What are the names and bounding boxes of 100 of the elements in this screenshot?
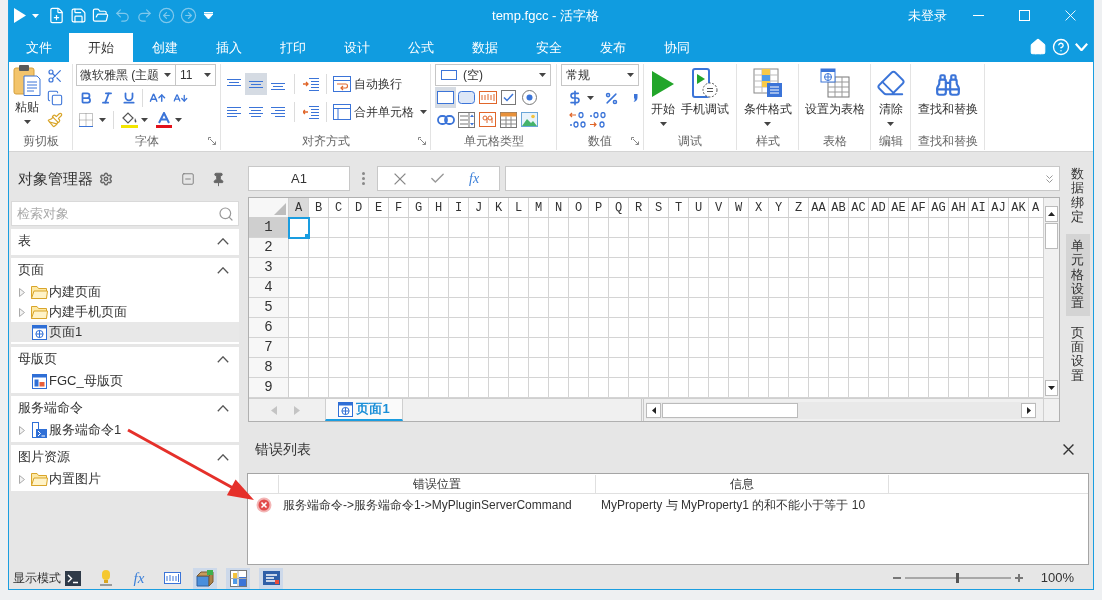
mobile-debug-button[interactable]: 手机调试	[678, 66, 732, 130]
close-icon[interactable]	[1063, 444, 1074, 455]
row-header[interactable]: 8	[249, 358, 288, 378]
side-tab[interactable]: 单元格设置	[1065, 234, 1090, 316]
number-format-dropdown[interactable]: 常规	[561, 64, 639, 86]
help-icon[interactable]	[1052, 37, 1070, 56]
tree-item[interactable]: FGC_母版页	[11, 371, 239, 391]
new-file-icon[interactable]	[48, 7, 65, 24]
increase-decimal-icon[interactable]	[569, 112, 587, 128]
tree-item[interactable]: 内建页面	[11, 282, 239, 302]
view-mode-button[interactable]	[259, 567, 283, 589]
percent-icon[interactable]	[604, 90, 619, 106]
column-header[interactable]: Q	[609, 198, 629, 217]
expand-arrow-icon[interactable]	[19, 425, 25, 435]
scrollbar-thumb[interactable]	[1045, 223, 1058, 249]
expand-arrow-icon[interactable]	[19, 307, 25, 317]
comma-style-icon[interactable]	[633, 94, 638, 102]
scroll-up-button[interactable]	[1045, 206, 1058, 222]
cell-type-button[interactable]	[456, 109, 477, 130]
column-header[interactable]: E	[369, 198, 389, 217]
scroll-right-button[interactable]	[1021, 402, 1036, 418]
cell-type-button[interactable]	[498, 109, 519, 130]
wrap-text-button[interactable]: 自动换行	[333, 75, 402, 93]
menu-tab[interactable]: 开始	[69, 33, 133, 62]
column-header[interactable]: AE	[889, 198, 909, 217]
italic-icon[interactable]	[100, 91, 114, 105]
align-middle-button[interactable]	[245, 73, 267, 95]
column-header[interactable]: T	[669, 198, 689, 217]
row-header[interactable]: 5	[249, 298, 288, 318]
caret-icon[interactable]	[587, 96, 594, 100]
section-header[interactable]: 服务端命令	[11, 396, 239, 420]
insert-function-button[interactable]: fx	[469, 171, 480, 186]
cell-type-button[interactable]	[435, 87, 456, 108]
dialog-launcher-icon[interactable]	[631, 137, 639, 145]
section-header[interactable]: 母版页	[11, 347, 239, 371]
formula-input[interactable]	[505, 166, 1060, 191]
column-header[interactable]: J	[469, 198, 489, 217]
conditional-format-button[interactable]: 条件格式	[740, 66, 795, 130]
row-header[interactable]: 3	[249, 258, 288, 278]
column-header[interactable]: AJ	[989, 198, 1009, 217]
fill-color-icon[interactable]	[121, 112, 138, 128]
expand-arrow-icon[interactable]	[19, 474, 25, 484]
clear-button[interactable]: 清除	[872, 66, 909, 130]
column-header[interactable]: Z	[789, 198, 809, 217]
column-header[interactable]: AB	[829, 198, 849, 217]
tree-item[interactable]: 页面1	[11, 322, 239, 342]
start-button[interactable]: 开始	[648, 66, 678, 130]
cancel-icon[interactable]	[394, 172, 406, 185]
play-icon[interactable]	[14, 8, 26, 23]
column-header[interactable]: AA	[809, 198, 829, 217]
column-header[interactable]: R	[629, 198, 649, 217]
column-header[interactable]: AF	[909, 198, 929, 217]
name-box[interactable]: A1	[248, 166, 350, 191]
view-mode-button[interactable]	[193, 567, 217, 589]
caret-icon[interactable]	[99, 118, 106, 122]
column-header[interactable]: P	[589, 198, 609, 217]
copy-icon[interactable]	[47, 90, 63, 106]
cell-type-dropdown[interactable]: (空)	[435, 64, 551, 86]
row-header[interactable]: 2	[249, 238, 288, 258]
home-icon[interactable]	[1029, 37, 1047, 56]
column-header[interactable]: W	[729, 198, 749, 217]
caret-icon[interactable]	[175, 118, 182, 122]
pin-icon[interactable]	[211, 171, 226, 187]
scroll-left-button[interactable]	[646, 402, 661, 418]
column-header[interactable]: AC	[849, 198, 869, 217]
dialog-launcher-icon[interactable]	[418, 137, 426, 145]
column-header[interactable]: G	[409, 198, 429, 217]
column-header[interactable]: D	[349, 198, 369, 217]
tree-item[interactable]: 内置图片	[11, 469, 239, 489]
column-header[interactable]: K	[489, 198, 509, 217]
search-icon[interactable]	[218, 205, 234, 222]
column-header[interactable]: A	[289, 198, 309, 217]
column-header[interactable]: O	[569, 198, 589, 217]
expand-arrow-icon[interactable]	[19, 287, 25, 297]
cell-cursor[interactable]	[288, 217, 310, 239]
row-header[interactable]: 4	[249, 278, 288, 298]
save-icon[interactable]	[70, 7, 87, 24]
column-header[interactable]: AG	[929, 198, 949, 217]
column-header[interactable]: S	[649, 198, 669, 217]
section-header[interactable]: 页面	[11, 258, 239, 282]
dialog-launcher-icon[interactable]	[208, 137, 216, 145]
column-header[interactable]: U	[689, 198, 709, 217]
indent-increase-icon[interactable]	[303, 77, 319, 91]
section-header[interactable]: 表	[11, 229, 239, 253]
caret-icon[interactable]	[141, 118, 148, 122]
column-header[interactable]: L	[509, 198, 529, 217]
column-header[interactable]: Y	[769, 198, 789, 217]
column-header[interactable]: A	[1029, 198, 1043, 217]
row-header[interactable]: 1	[249, 218, 288, 238]
row-header[interactable]: 9	[249, 378, 288, 398]
column-header[interactable]: B	[309, 198, 329, 217]
merge-cells-button[interactable]: 合并单元格	[333, 103, 427, 121]
indent-decrease-icon[interactable]	[303, 105, 319, 119]
expand-icon[interactable]	[1046, 174, 1053, 183]
column-header[interactable]: AK	[1009, 198, 1029, 217]
row-header[interactable]: 7	[249, 338, 288, 358]
column-header[interactable]: V	[709, 198, 729, 217]
underline-icon[interactable]	[122, 91, 136, 105]
search-input[interactable]: 检索对象	[17, 203, 218, 224]
cell-type-button[interactable]	[477, 109, 498, 130]
